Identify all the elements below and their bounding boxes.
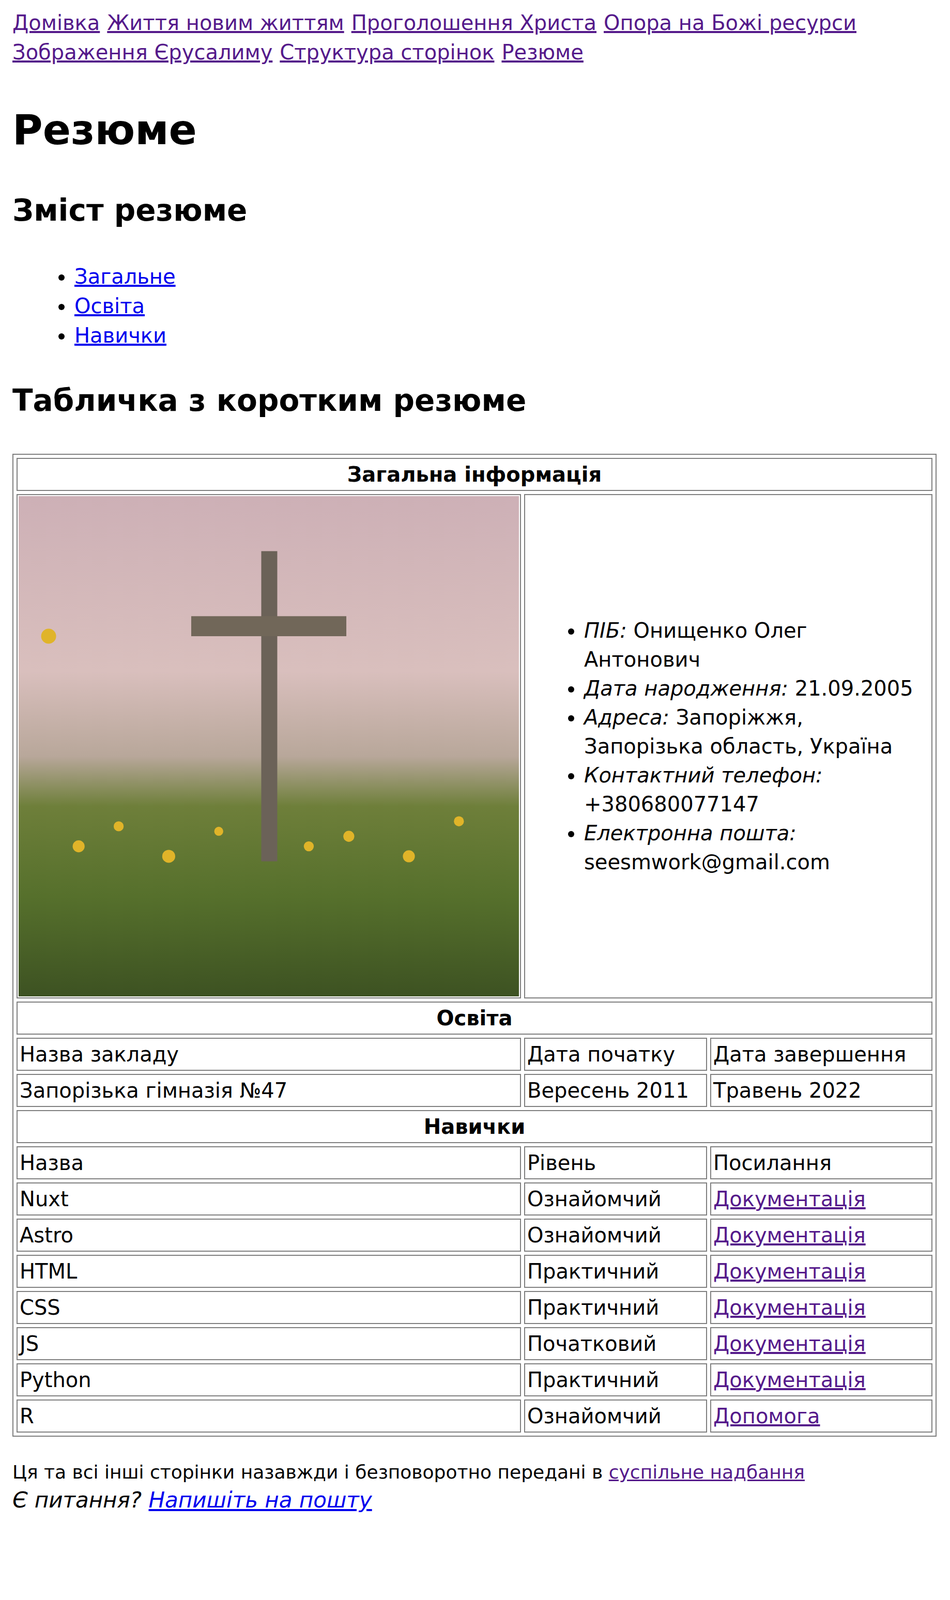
nav-link[interactable]: Структура сторінок xyxy=(279,37,495,68)
column-header: Назва xyxy=(16,1146,522,1180)
skill-name: Astro xyxy=(16,1218,522,1252)
skill-link-cell: Документація xyxy=(710,1218,933,1252)
contact-note: Є питання? Напишіть на пошту xyxy=(12,1485,938,1515)
skill-name: Python xyxy=(16,1363,522,1397)
license-note: Ця та всі інші сторінки назавжди і безпо… xyxy=(12,1459,938,1486)
skill-level: Ознайомчий xyxy=(524,1399,708,1433)
info-value: +380680077147 xyxy=(584,792,760,817)
skill-row: RОзнайомчийДопомога xyxy=(16,1399,933,1433)
page-title: Резюме xyxy=(12,105,938,156)
info-item: Адреса: Запоріжжя, Запорізька область, У… xyxy=(584,702,924,761)
license-link[interactable]: суспільне надбання xyxy=(608,1461,805,1483)
skill-row: HTMLПрактичнийДокументація xyxy=(16,1254,933,1289)
resume-table: Загальна інформація ПІБ: Онищенко Олег Ан… xyxy=(12,453,937,1437)
column-header: Рівень xyxy=(524,1146,708,1180)
general-heading-row: Загальна інформація xyxy=(16,457,933,492)
general-row: ПІБ: Онищенко Олег АнтоновичДата народже… xyxy=(16,494,933,999)
info-list: ПІБ: Онищенко Олег АнтоновичДата народже… xyxy=(527,616,930,877)
column-header: Дата завершення xyxy=(710,1037,933,1071)
doc-link[interactable]: Документація xyxy=(713,1295,866,1320)
question-text: Є питання? xyxy=(12,1487,142,1513)
skill-name: Nuxt xyxy=(16,1182,522,1216)
info-item: Контактний телефон: +380680077147 xyxy=(584,760,924,819)
doc-link[interactable]: Документація xyxy=(713,1259,866,1284)
info-label: Контактний телефон: xyxy=(584,763,823,788)
skill-level: Ознайомчий xyxy=(524,1218,708,1252)
info-value: 21.09.2005 xyxy=(794,676,914,701)
general-heading: Загальна інформація xyxy=(16,457,933,492)
column-header: Дата початку xyxy=(524,1037,708,1071)
skill-name: JS xyxy=(16,1327,522,1361)
info-cell: ПІБ: Онищенко Олег АнтоновичДата народже… xyxy=(524,494,933,999)
mail-link[interactable]: Напишіть на пошту xyxy=(148,1487,372,1513)
top-nav: ДомівкаЖиття новим життямПроголошення Хр… xyxy=(12,8,938,68)
info-label: ПІБ: xyxy=(584,618,627,643)
skill-link-cell: Документація xyxy=(710,1363,933,1397)
info-label: Дата народження: xyxy=(584,676,789,701)
toc-item: Освіта xyxy=(74,291,938,321)
info-item: ПІБ: Онищенко Олег Антонович xyxy=(584,616,924,674)
nav-link[interactable]: Домівка xyxy=(12,8,100,38)
info-item: Електронна пошта: seesmwork@gmail.com xyxy=(584,818,924,877)
skill-name: CSS xyxy=(16,1291,522,1325)
toc-item: Загальне xyxy=(74,262,938,292)
doc-link[interactable]: Допомога xyxy=(713,1404,821,1429)
education-cell: Травень 2022 xyxy=(710,1074,933,1108)
license-text: Ця та всі інші сторінки назавжди і безпо… xyxy=(12,1461,603,1483)
nav-link[interactable]: Життя новим життям xyxy=(106,8,344,38)
skill-link-cell: Допомога xyxy=(710,1399,933,1433)
doc-link[interactable]: Документація xyxy=(713,1368,866,1392)
info-label: Адреса: xyxy=(584,705,670,730)
skill-row: NuxtОзнайомчийДокументація xyxy=(16,1182,933,1216)
toc-link[interactable]: Навички xyxy=(74,323,167,348)
photo-cell xyxy=(16,494,522,999)
toc-heading: Зміст резюме xyxy=(12,191,938,231)
skills-heading: Навички xyxy=(16,1110,933,1144)
skill-row: PythonПрактичнийДокументація xyxy=(16,1363,933,1397)
doc-link[interactable]: Документація xyxy=(713,1331,866,1356)
skill-row: CSSПрактичнийДокументація xyxy=(16,1291,933,1325)
skills-columns: НазваРівеньПосилання xyxy=(16,1146,933,1180)
education-cell: Вересень 2011 xyxy=(524,1074,708,1108)
skills-heading-row: Навички xyxy=(16,1110,933,1144)
nav-link[interactable]: Резюме xyxy=(501,37,584,68)
column-header: Назва закладу xyxy=(16,1037,522,1071)
skill-level: Практичний xyxy=(524,1291,708,1325)
toc-link[interactable]: Освіта xyxy=(74,294,145,318)
skill-name: HTML xyxy=(16,1254,522,1289)
education-heading: Освіта xyxy=(16,1001,933,1035)
info-value: seesmwork@gmail.com xyxy=(584,850,831,875)
education-cell: Запорізька гімназія №47 xyxy=(16,1074,522,1108)
cross-photo xyxy=(18,496,519,997)
info-label: Електронна пошта: xyxy=(584,821,797,846)
doc-link[interactable]: Документація xyxy=(713,1187,866,1212)
skill-link-cell: Документація xyxy=(710,1291,933,1325)
skill-row: AstroОзнайомчийДокументація xyxy=(16,1218,933,1252)
column-header: Посилання xyxy=(710,1146,933,1180)
skill-link-cell: Документація xyxy=(710,1254,933,1289)
info-item: Дата народження: 21.09.2005 xyxy=(584,673,924,703)
doc-link[interactable]: Документація xyxy=(713,1223,866,1248)
education-heading-row: Освіта xyxy=(16,1001,933,1035)
nav-link[interactable]: Зображення Єрусалиму xyxy=(12,37,273,68)
skill-name: R xyxy=(16,1399,522,1433)
skill-level: Практичний xyxy=(524,1254,708,1289)
nav-link[interactable]: Опора на Божі ресурси xyxy=(603,8,857,38)
skill-level: Початковий xyxy=(524,1327,708,1361)
skill-link-cell: Документація xyxy=(710,1182,933,1216)
nav-link[interactable]: Проголошення Христа xyxy=(351,8,597,38)
education-columns: Назва закладуДата початкуДата завершення xyxy=(16,1037,933,1071)
toc-list: Загальне Освіта Навички xyxy=(12,262,938,351)
skill-level: Ознайомчий xyxy=(524,1182,708,1216)
education-row: Запорізька гімназія №47Вересень 2011Трав… xyxy=(16,1074,933,1108)
toc-item: Навички xyxy=(74,320,938,351)
skill-row: JSПочатковийДокументація xyxy=(16,1327,933,1361)
skill-level: Практичний xyxy=(524,1363,708,1397)
skill-link-cell: Документація xyxy=(710,1327,933,1361)
table-heading: Табличка з коротким резюме xyxy=(12,381,938,421)
toc-link[interactable]: Загальне xyxy=(74,264,176,289)
